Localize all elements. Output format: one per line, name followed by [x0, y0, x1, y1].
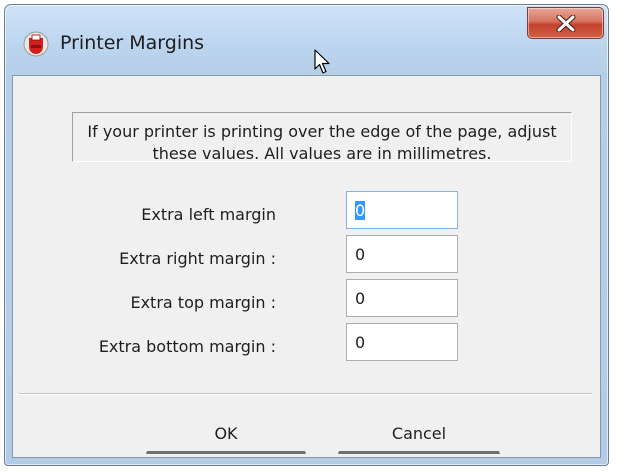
window-title: Printer Margins — [60, 32, 205, 54]
app-icon — [23, 31, 49, 57]
label-extra-top-margin: Extra top margin : — [130, 293, 276, 312]
label-extra-bottom-margin: Extra bottom margin : — [98, 337, 276, 356]
printer-margins-window: Printer Margins If your printer is print… — [4, 4, 609, 466]
extra-top-margin-input[interactable] — [346, 279, 458, 317]
cancel-button[interactable]: Cancel — [338, 414, 500, 454]
divider — [19, 393, 592, 395]
info-box: If your printer is printing over the edg… — [72, 112, 572, 163]
dialog-client-area: If your printer is printing over the edg… — [12, 75, 601, 458]
label-extra-left-margin: Extra left margin — [141, 205, 276, 224]
info-text: If your printer is printing over the edg… — [87, 122, 557, 163]
close-button[interactable] — [527, 7, 604, 39]
extra-left-margin-input[interactable] — [346, 191, 458, 229]
mouse-cursor-icon — [314, 49, 330, 74]
ok-button[interactable]: OK — [146, 414, 306, 454]
close-icon — [556, 15, 576, 32]
label-extra-right-margin: Extra right margin : — [119, 249, 276, 268]
title-bar[interactable]: Printer Margins — [5, 5, 608, 75]
extra-bottom-margin-input[interactable] — [346, 323, 458, 361]
extra-right-margin-input[interactable] — [346, 235, 458, 273]
